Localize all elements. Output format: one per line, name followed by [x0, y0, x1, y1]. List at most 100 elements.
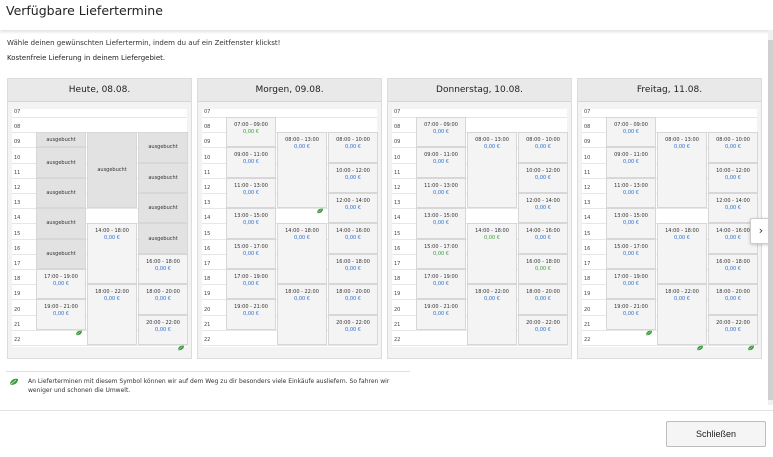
slot-price: 0,00 € [535, 265, 551, 272]
delivery-slot[interactable]: 10:00 - 12:00 0,00 € [708, 162, 758, 193]
delivery-slot[interactable]: 16:00 - 18:00 0,00 € [138, 253, 188, 285]
slot-price: 0,00 € [725, 144, 741, 151]
delivery-slot[interactable]: 16:00 - 18:00 0,00 € [708, 253, 758, 285]
delivery-slot[interactable]: 17:00 - 19:00 0,00 € [416, 269, 466, 300]
delivery-slot[interactable]: 14:00 - 18:00 0,00 € [277, 223, 327, 285]
delivery-slot[interactable]: 09:00 - 11:00 0,00 € [226, 147, 276, 178]
delivery-slot[interactable]: 15:00 - 17:00 0,00 € [416, 238, 466, 275]
delivery-slot[interactable]: 14:00 - 18:00 0,00 € [467, 223, 517, 290]
delivery-slot[interactable]: 14:00 - 18:00 0,00 € [657, 223, 707, 285]
hour-label: 18 [204, 276, 211, 283]
slot-time: 17:00 - 19:00 [234, 274, 268, 280]
delivery-slot[interactable]: 14:00 - 18:00 0,00 € [87, 223, 137, 285]
slot-price: 0,00 € [623, 281, 639, 287]
slot-time: 18:00 - 22:00 [95, 289, 129, 296]
delivery-slot[interactable]: 12:00 - 14:00 0,00 € [328, 193, 378, 224]
delivery-slot[interactable]: 11:00 - 13:00 0,00 € [226, 177, 276, 209]
slot-price: 0,00 € [623, 159, 639, 166]
delivery-slot[interactable]: 08:00 - 10:00 0,00 € [518, 132, 568, 163]
delivery-slot[interactable]: 08:00 - 13:00 0,00 € [467, 132, 517, 209]
slot-time: 15:00 - 17:00 [234, 243, 268, 250]
slot-time: 13:00 - 15:00 [424, 213, 458, 220]
hour-label: 20 [394, 306, 401, 313]
delivery-slot[interactable]: 15:00 - 17:00 0,00 € [226, 238, 276, 269]
delivery-slot[interactable]: 16:00 - 18:00 0,00 € [518, 253, 568, 290]
hour-label: 14 [14, 215, 21, 222]
slot-price: 0,00 € [623, 189, 639, 196]
slot-price: 0,00 € [104, 296, 120, 303]
hour-label: 10 [14, 154, 21, 161]
hour-label: 15 [584, 230, 591, 237]
slot-price: 0,00 € [243, 159, 259, 166]
slot-time: 20:00 - 22:00 [146, 319, 180, 326]
eco-leaf-icon [9, 378, 18, 386]
slot-price: 0,00 € [535, 144, 551, 151]
delivery-slot[interactable]: 18:00 - 22:00 0,00 € [657, 284, 707, 351]
close-button[interactable]: Schließen [666, 421, 766, 447]
delivery-slot[interactable]: 10:00 - 12:00 0,00 € [328, 162, 378, 193]
hour-gridline [12, 117, 187, 118]
delivery-slot[interactable]: 17:00 - 19:00 0,00 € [226, 269, 276, 300]
delivery-slot[interactable]: 14:00 - 16:00 0,00 € [518, 223, 568, 254]
slot-time: 14:00 - 16:00 [336, 228, 370, 235]
delivery-slot[interactable]: 10:00 - 12:00 0,00 € [518, 162, 568, 193]
delivery-slot[interactable]: 19:00 - 21:00 0,00 € [226, 299, 276, 330]
delivery-slot[interactable]: 08:00 - 10:00 0,00 € [328, 132, 378, 169]
hour-label: 09 [584, 139, 591, 146]
delivery-slot[interactable]: 09:00 - 11:00 0,00 € [606, 147, 656, 178]
slot-price: 0,00 € [433, 281, 449, 287]
delivery-slot[interactable]: 07:00 - 09:00 0,00 € [606, 117, 656, 148]
delivery-slot[interactable]: 18:00 - 20:00 0,00 € [138, 284, 188, 321]
delivery-slot[interactable]: 19:00 - 21:00 0,00 € [36, 299, 86, 336]
slot-price: 0,00 € [345, 174, 361, 181]
delivery-slot[interactable]: 20:00 - 22:00 0,00 € [328, 314, 378, 345]
delivery-slot[interactable]: 17:00 - 19:00 0,00 € [606, 269, 656, 300]
delivery-slot[interactable]: 13:00 - 15:00 0,00 € [226, 208, 276, 239]
delivery-slot[interactable]: 18:00 - 22:00 0,00 € [87, 284, 137, 345]
scrollbar-thumb[interactable] [768, 40, 773, 400]
eco-leaf-icon [747, 306, 755, 321]
delivery-slot[interactable]: 20:00 - 22:00 0,00 € [518, 314, 568, 345]
delivery-slot[interactable]: 19:00 - 21:00 0,00 € [606, 299, 656, 336]
delivery-slot[interactable]: 12:00 - 14:00 0,00 € [518, 193, 568, 224]
delivery-slot[interactable]: 07:00 - 09:00 0,00 € [226, 117, 276, 153]
delivery-slot[interactable]: 08:00 - 13:00 0,00 € [277, 132, 327, 214]
delivery-slot[interactable]: 14:00 - 16:00 0,00 € [328, 223, 378, 254]
delivery-slot[interactable]: 20:00 - 22:00 0,00 € [138, 314, 188, 351]
delivery-slot[interactable]: 07:00 - 09:00 0,00 € [416, 117, 466, 148]
delivery-slot[interactable]: 13:00 - 15:00 0,00 € [606, 208, 656, 239]
slot-price: 0,00 € [674, 144, 690, 151]
day-header: Heute, 08.08. [8, 79, 191, 102]
delivery-slot[interactable]: 18:00 - 20:00 0,00 € [328, 284, 378, 315]
delivery-slot[interactable]: 20:00 - 22:00 0,00 € [708, 314, 758, 351]
hour-label: 22 [204, 337, 211, 343]
slot-price: 0,00 € [623, 129, 639, 135]
delivery-slot[interactable]: 16:00 - 18:00 0,00 € [328, 253, 378, 285]
day-header: Donnerstag, 10.08. [388, 79, 571, 102]
eco-leaf-icon [506, 275, 514, 290]
slot-price: 0,00 € [53, 311, 69, 318]
booked-slot: ausgebucht [138, 162, 188, 193]
hour-gridline [582, 345, 757, 346]
delivery-slot[interactable]: 08:00 - 10:00 0,00 € [708, 132, 758, 163]
booked-slot: ausgebucht [36, 132, 86, 148]
day-header: Freitag, 11.08. [578, 79, 761, 102]
slot-price: 0,00 € [345, 235, 361, 242]
slot-time: 07:00 - 09:00 [424, 122, 458, 128]
delivery-slot[interactable]: 19:00 - 21:00 0,00 € [416, 299, 466, 330]
delivery-slot[interactable]: 13:00 - 15:00 0,00 € [416, 208, 466, 239]
delivery-slot[interactable]: 18:00 - 22:00 0,00 € [277, 284, 327, 345]
delivery-slot[interactable]: 08:00 - 13:00 0,00 € [657, 132, 707, 209]
delivery-slot[interactable]: 11:00 - 13:00 0,00 € [606, 177, 656, 209]
delivery-slot[interactable]: 18:00 - 22:00 0,00 € [467, 284, 517, 345]
hour-label: 21 [394, 321, 401, 328]
slot-time: 13:00 - 15:00 [234, 213, 268, 220]
delivery-slot[interactable]: 15:00 - 17:00 0,00 € [606, 238, 656, 269]
booked-slot: ausgebucht [138, 223, 188, 254]
delivery-slot[interactable]: 17:00 - 19:00 0,00 € [36, 269, 86, 300]
delivery-slot[interactable]: 09:00 - 11:00 0,00 € [416, 147, 466, 178]
delivery-slot[interactable]: 11:00 - 13:00 0,00 € [416, 177, 466, 209]
delivery-slot[interactable]: 18:00 - 20:00 0,00 € [708, 284, 758, 321]
slot-time: 07:00 - 09:00 [614, 122, 648, 128]
delivery-slot[interactable]: 18:00 - 20:00 0,00 € [518, 284, 568, 315]
